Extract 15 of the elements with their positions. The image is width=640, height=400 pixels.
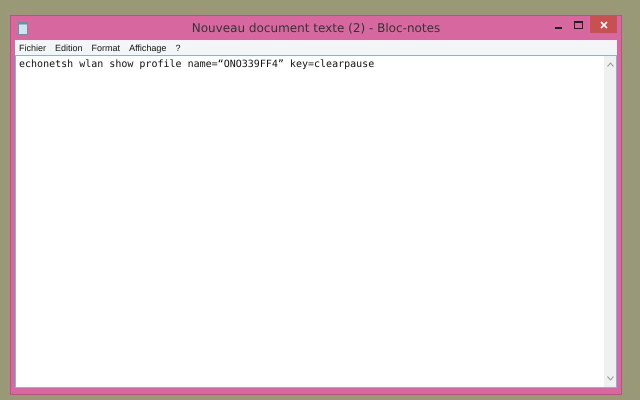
scroll-up-icon[interactable] bbox=[606, 62, 614, 67]
window-title: Nouveau document texte (2) - Bloc-notes bbox=[192, 21, 440, 35]
menu-item[interactable]: Affichage bbox=[129, 42, 166, 52]
notepad-icon bbox=[18, 22, 28, 34]
menu-item[interactable]: Edition bbox=[55, 42, 83, 52]
minimize-icon bbox=[554, 26, 562, 28]
vertical-scrollbar[interactable] bbox=[604, 56, 616, 387]
menu-item[interactable]: Fichier bbox=[19, 42, 46, 52]
maximize-icon bbox=[574, 20, 582, 28]
editor-text: echonetsh wlan show profile name=“ONO339FF4” key=clearpause bbox=[19, 59, 374, 70]
menu-item[interactable]: ? bbox=[175, 42, 180, 52]
scroll-down-icon[interactable] bbox=[606, 376, 614, 381]
close-icon bbox=[600, 20, 608, 28]
menu-item[interactable]: Format bbox=[92, 42, 120, 52]
close-button[interactable] bbox=[590, 16, 617, 33]
